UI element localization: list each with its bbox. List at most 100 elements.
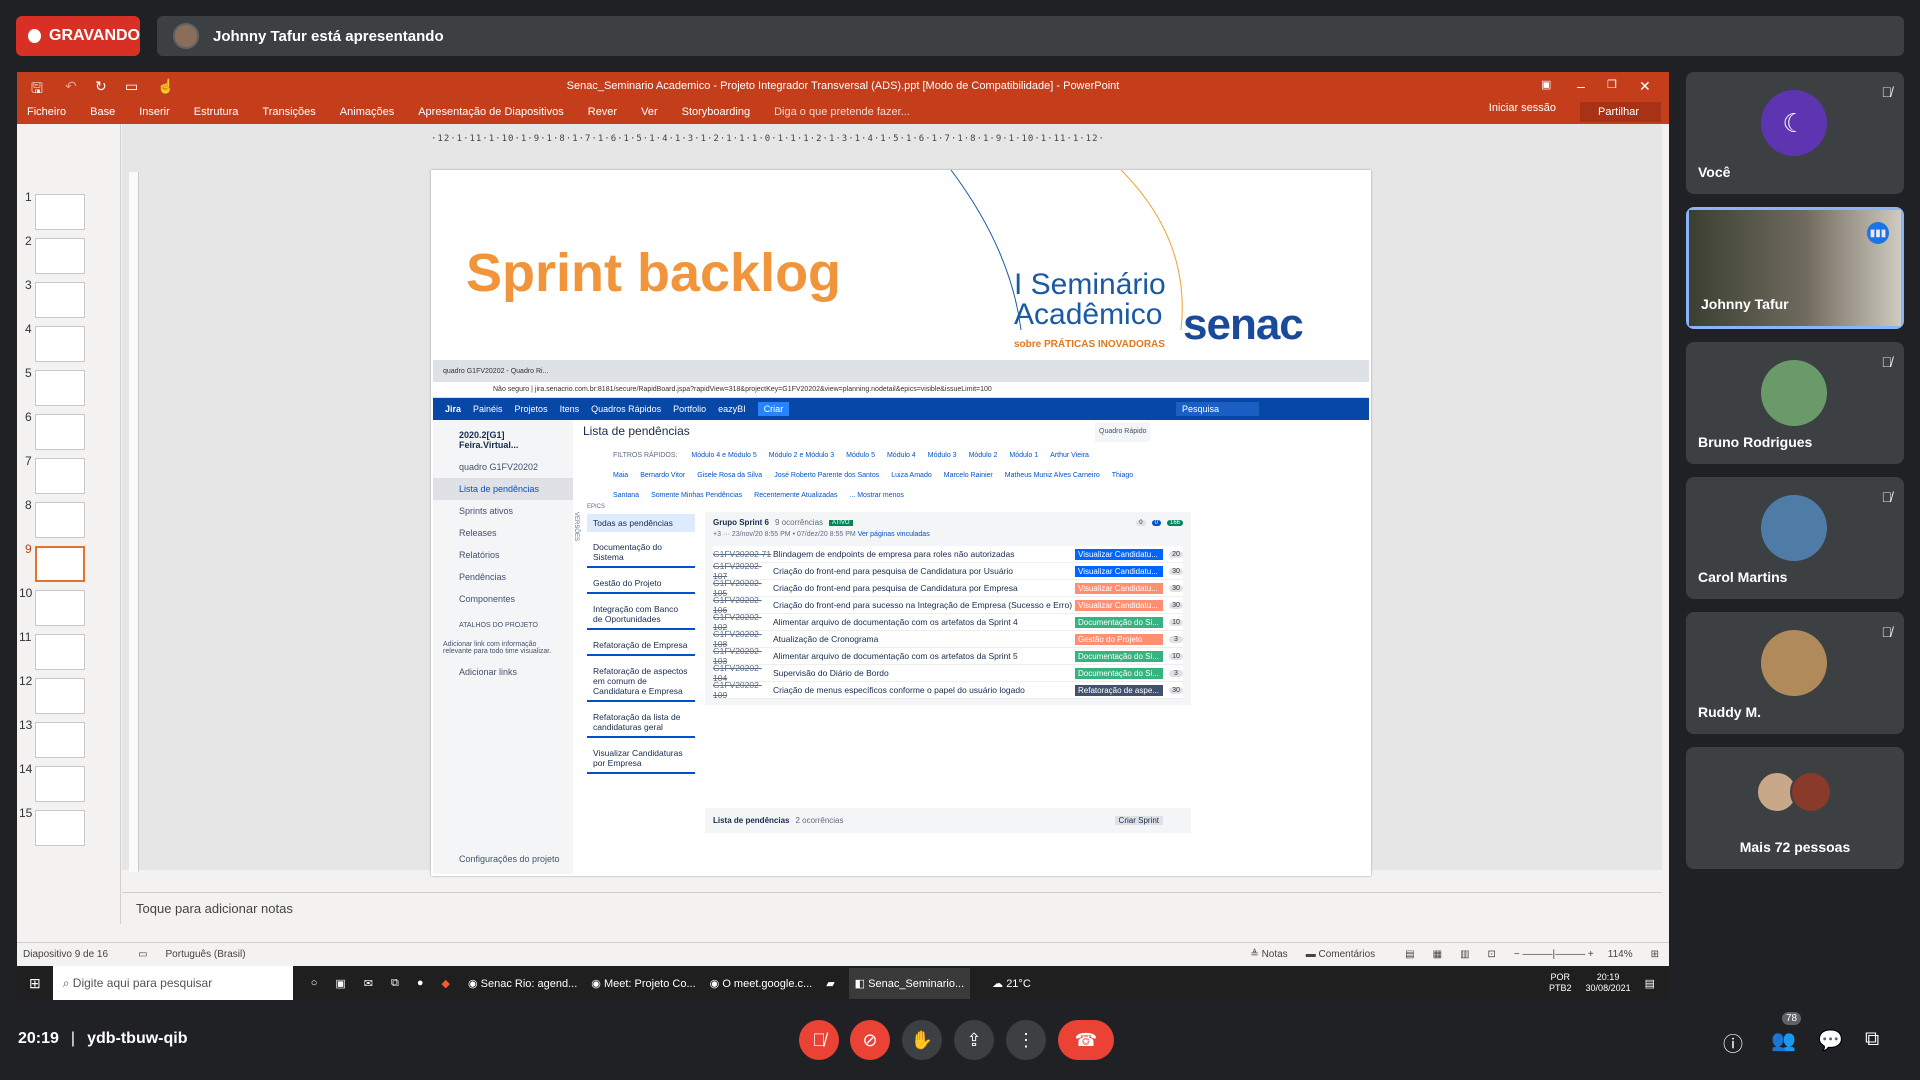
participant-avatar — [1761, 630, 1827, 696]
status-language[interactable]: Português (Brasil) — [166, 949, 246, 960]
slide-thumb-7[interactable] — [35, 458, 85, 494]
slide-thumb-15[interactable] — [35, 810, 85, 846]
share-button[interactable]: Partilhar — [1580, 102, 1661, 122]
participant-tile-presenter[interactable]: ▮▮▮ Johnny Tafur — [1686, 207, 1904, 329]
notes-pane[interactable]: Toque para adicionar notas — [122, 892, 1662, 924]
issue-points: 3 — [1169, 669, 1183, 677]
participant-tile-more[interactable]: Mais 72 pessoas — [1686, 747, 1904, 869]
tab-rever[interactable]: Rever — [588, 106, 617, 118]
people-icon[interactable]: 👥 — [1771, 1028, 1796, 1053]
task-view-icon[interactable]: ○ — [311, 977, 318, 989]
spellcheck-icon[interactable]: ▭ — [138, 949, 147, 960]
camera-off-button[interactable]: ⊘ — [850, 1020, 890, 1060]
slide-thumb-8[interactable] — [35, 502, 85, 538]
tab-ver[interactable]: Ver — [641, 106, 658, 118]
raise-hand-button[interactable]: ✋ — [902, 1020, 942, 1060]
slide-thumb-11[interactable] — [35, 634, 85, 670]
presenting-text: Johnny Tafur está apresentando — [213, 27, 444, 45]
zoom-level[interactable]: 114% — [1608, 949, 1633, 960]
app-icon[interactable]: ▣ — [335, 977, 345, 990]
participant-tile[interactable]: 🎙̸ Ruddy M. — [1686, 612, 1904, 734]
file-explorer-icon[interactable]: ▰ — [826, 977, 834, 990]
issue-points: 20 — [1169, 550, 1183, 558]
tell-me-search[interactable]: Diga o que pretende fazer... — [774, 106, 910, 118]
slide-thumb-13[interactable] — [35, 722, 85, 758]
restore-icon[interactable]: ❐ — [1607, 78, 1617, 91]
participant-tile[interactable]: 🎙̸ Bruno Rodrigues — [1686, 342, 1904, 464]
minimize-icon[interactable]: – — [1577, 78, 1585, 94]
issue-epic-label: Gestão do Projeto — [1075, 633, 1163, 645]
participant-name: Johnny Tafur — [1701, 296, 1789, 312]
sprint-name: Grupo Sprint 6 — [713, 518, 769, 527]
filters-label: FILTROS RÁPIDOS: — [613, 452, 678, 459]
notes-toggle[interactable]: ≜ Notas — [1250, 949, 1287, 960]
zoom-slider[interactable]: − ———|——— + — [1514, 949, 1594, 960]
app-icon[interactable]: ◆ — [442, 977, 450, 990]
current-slide[interactable]: Sprint backlog I Seminário Acadêmico sobre… — [431, 170, 1371, 876]
participant-tile[interactable]: 🎙̸ Carol Martins — [1686, 477, 1904, 599]
present-screen-button[interactable]: ⇪ — [954, 1020, 994, 1060]
taskbar-chrome-2[interactable]: ◉ Meet: Projeto Co... — [591, 977, 695, 990]
slide-thumb-4[interactable] — [35, 326, 85, 362]
weather[interactable]: ☁ 21°C — [992, 977, 1031, 990]
tab-inserir[interactable]: Inserir — [139, 106, 170, 118]
slide-thumb-1[interactable] — [35, 194, 85, 230]
versions-label: VERSÕES — [573, 512, 579, 542]
teams-icon[interactable]: ⧉ — [391, 977, 399, 990]
ribbon-display-icon[interactable]: ▣ — [1541, 78, 1551, 91]
slide-thumb-6[interactable] — [35, 414, 85, 450]
slide-thumb-3[interactable] — [35, 282, 85, 318]
more-options-button[interactable]: ⋮ — [1006, 1020, 1046, 1060]
slide-thumb-5[interactable] — [35, 370, 85, 406]
activities-icon[interactable]: ⧉ — [1865, 1028, 1879, 1051]
meeting-details-icon[interactable]: ⓘ — [1723, 1028, 1743, 1057]
slide-thumb-9-selected[interactable] — [35, 546, 85, 582]
slide-thumb-12[interactable] — [35, 678, 85, 714]
tab-storyboarding[interactable]: Storyboarding — [682, 106, 751, 118]
notes-toggle-label: Notas — [1261, 949, 1288, 960]
taskbar-search[interactable]: ⌕ Digite aqui para pesquisar — [52, 966, 293, 1000]
participant-tile-self[interactable]: ☾ 🎙̸ Você — [1686, 72, 1904, 194]
sprint-count: 9 ocorrências — [775, 518, 824, 527]
taskbar-powerpoint[interactable]: ◧ Senac_Seminario... — [848, 967, 971, 999]
nav-portfolio: Portfolio — [673, 404, 707, 414]
tab-apresentacao[interactable]: Apresentação de Diapositivos — [418, 106, 564, 118]
jira-search: Pesquisa — [1175, 402, 1259, 416]
filter: Somente Minhas Pendências — [651, 492, 743, 499]
slide-thumb-14[interactable] — [35, 766, 85, 802]
tab-estrutura[interactable]: Estrutura — [194, 106, 239, 118]
notes-placeholder: Toque para adicionar notas — [136, 901, 293, 916]
issue-points: 30 — [1169, 601, 1183, 609]
mic-off-button[interactable]: 🎙̸ — [799, 1020, 839, 1060]
slide-thumb-10[interactable] — [35, 590, 85, 626]
tab-base[interactable]: Base — [90, 106, 115, 118]
slide-sorter-icon[interactable]: ▦ — [1433, 949, 1442, 960]
outlook-icon[interactable]: ✉ — [364, 977, 373, 990]
side-active-sprints: Sprints ativos — [459, 506, 514, 516]
leave-call-button[interactable]: ☎ — [1058, 1020, 1114, 1060]
reading-view-icon[interactable]: ▥ — [1460, 949, 1469, 960]
taskbar-chrome-1[interactable]: ◉ Senac Rio: agend... — [468, 977, 577, 990]
input-language[interactable]: POR PTB2 — [1549, 972, 1572, 994]
app-icon[interactable]: ● — [417, 977, 424, 989]
fit-slide-icon[interactable]: ⊞ — [1651, 949, 1659, 960]
weather-temp: 21°C — [1006, 977, 1031, 990]
normal-view-icon[interactable]: ▤ — [1405, 949, 1414, 960]
badge-done: 166 — [1166, 519, 1183, 526]
slideshow-icon[interactable]: ⊡ — [1488, 949, 1496, 960]
backlog-section-title: Lista de pendências — [713, 816, 790, 825]
tab-transicoes[interactable]: Transições — [262, 106, 315, 118]
tab-animacoes[interactable]: Animações — [340, 106, 394, 118]
sign-in-link[interactable]: Iniciar sessão — [1489, 102, 1556, 122]
tab-ficheiro[interactable]: Ficheiro — [27, 106, 66, 118]
taskbar-chrome-3[interactable]: ◉ O meet.google.c... — [710, 977, 813, 990]
windows-start-icon[interactable]: ⊞ — [29, 975, 41, 992]
notifications-icon[interactable]: ▤ — [1645, 977, 1655, 990]
slide-thumb-2[interactable] — [35, 238, 85, 274]
taskbar-clock[interactable]: 20:19 30/08/2021 — [1586, 972, 1631, 994]
add-links: Adicionar links — [459, 667, 518, 677]
chat-icon[interactable]: 💬 — [1818, 1028, 1843, 1053]
presenting-banner: Johnny Tafur está apresentando — [157, 16, 1904, 56]
close-icon[interactable]: ✕ — [1639, 78, 1651, 95]
comments-toggle[interactable]: ▬ Comentários — [1306, 949, 1375, 960]
